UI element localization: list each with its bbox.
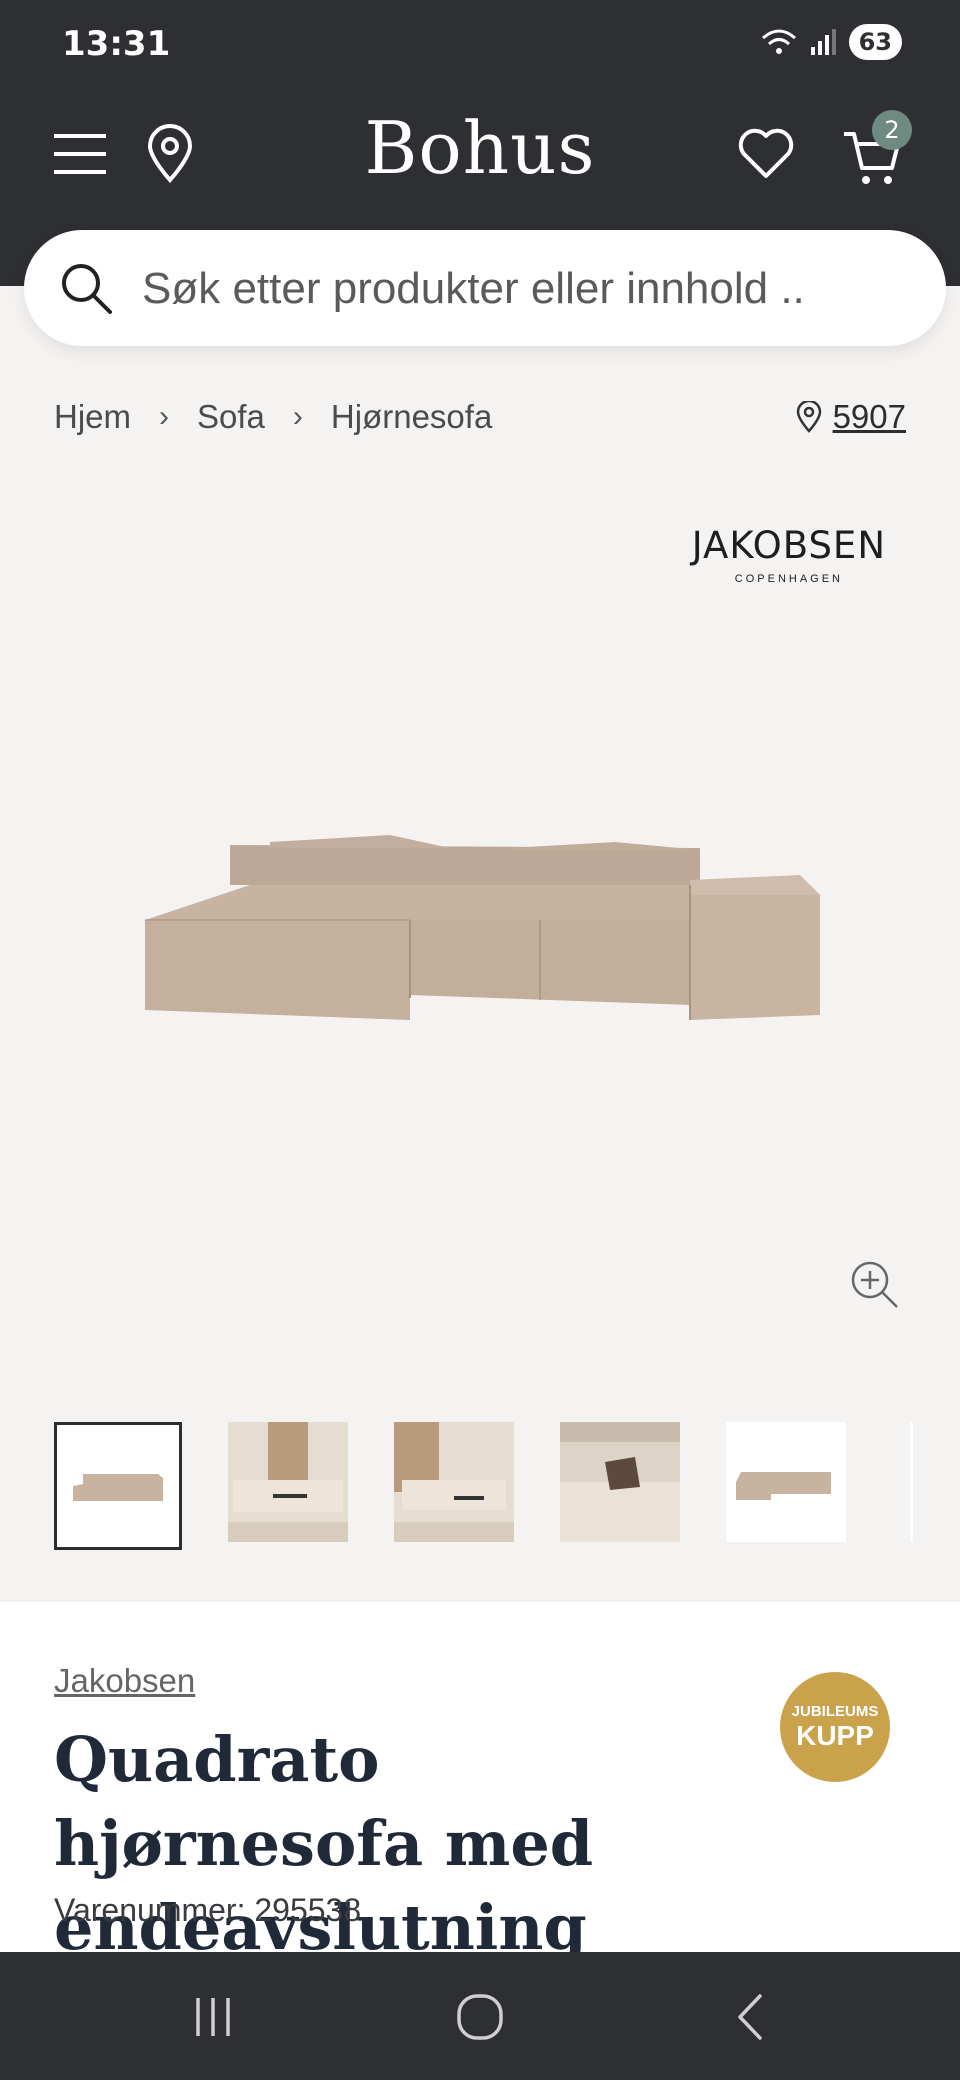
location-pin-icon: [796, 401, 821, 433]
badge-bottom-text: KUPP: [796, 1719, 874, 1751]
product-title: Quadrato hjørnesofa med endeavslutning: [54, 1723, 594, 1964]
thumbnail-4[interactable]: [560, 1422, 680, 1542]
thumbnail-5[interactable]: [726, 1422, 846, 1542]
signal-icon: [810, 29, 836, 55]
wifi-icon: [761, 29, 796, 54]
breadcrumb-hjornesofa[interactable]: Hjørnesofa: [331, 398, 492, 436]
store-selector[interactable]: 5907: [795, 398, 906, 436]
product-info: Jakobsen Quadrato hjørnesofa med endeavs…: [0, 1602, 960, 1964]
product-brand-link[interactable]: Jakobsen: [54, 1662, 195, 1700]
battery-indicator: 63: [848, 24, 902, 60]
thumbnail-1[interactable]: [54, 1422, 182, 1550]
status-bar: 13:31 63: [0, 0, 960, 72]
recent-apps-icon[interactable]: [186, 1990, 240, 2044]
product-sku: Varenummer: 295538: [54, 1892, 362, 1928]
thumbnail-closeup-image: [560, 1422, 680, 1542]
sofa-illustration: [145, 835, 820, 1020]
bohus-logo[interactable]: Bohus: [0, 106, 960, 190]
thumbnail-sofa-image: [736, 1472, 831, 1500]
brand-logo: JAKOBSEN COPENHAGEN: [692, 524, 886, 585]
breadcrumb-hjem[interactable]: Hjem: [54, 398, 131, 436]
thumbnail-sofa-image: [73, 1474, 163, 1501]
badge-top-text: JUBILEUMS: [791, 1702, 879, 1720]
back-icon[interactable]: [724, 1990, 778, 2044]
breadcrumb: Hjem › Sofa › Hjørnesofa: [54, 398, 492, 436]
product-main-image[interactable]: [130, 820, 830, 1040]
thumbnail-overflow-edge: [910, 1422, 913, 1542]
breadcrumb-sofa[interactable]: Sofa: [197, 398, 265, 436]
brand-logo-sub: COPENHAGEN: [734, 573, 844, 585]
thumbnail-room-image: [228, 1422, 348, 1542]
status-time: 13:31: [62, 24, 171, 64]
thumbnail-room-image: [394, 1422, 514, 1542]
search-icon: [62, 264, 112, 314]
cart-button[interactable]: 2: [840, 110, 912, 188]
thumbnail-3[interactable]: [394, 1422, 514, 1542]
zoom-in-icon[interactable]: [848, 1258, 900, 1310]
home-icon[interactable]: [453, 1990, 507, 2044]
store-number-link[interactable]: 5907: [833, 398, 906, 436]
system-nav-bar: [0, 1952, 960, 2080]
thumbnail-2[interactable]: [228, 1422, 348, 1542]
heart-icon[interactable]: [736, 124, 796, 184]
chevron-right-icon: ›: [292, 400, 303, 433]
search-input[interactable]: [140, 256, 914, 322]
status-icons: 63: [759, 24, 902, 60]
thumbnail-strip: [54, 1422, 846, 1550]
search-bar[interactable]: [24, 230, 946, 346]
cart-count-badge: 2: [872, 110, 912, 150]
chevron-right-icon: ›: [159, 400, 170, 433]
brand-logo-name: JAKOBSEN: [691, 524, 886, 567]
jubileums-kupp-badge: JUBILEUMS KUPP: [780, 1672, 890, 1782]
